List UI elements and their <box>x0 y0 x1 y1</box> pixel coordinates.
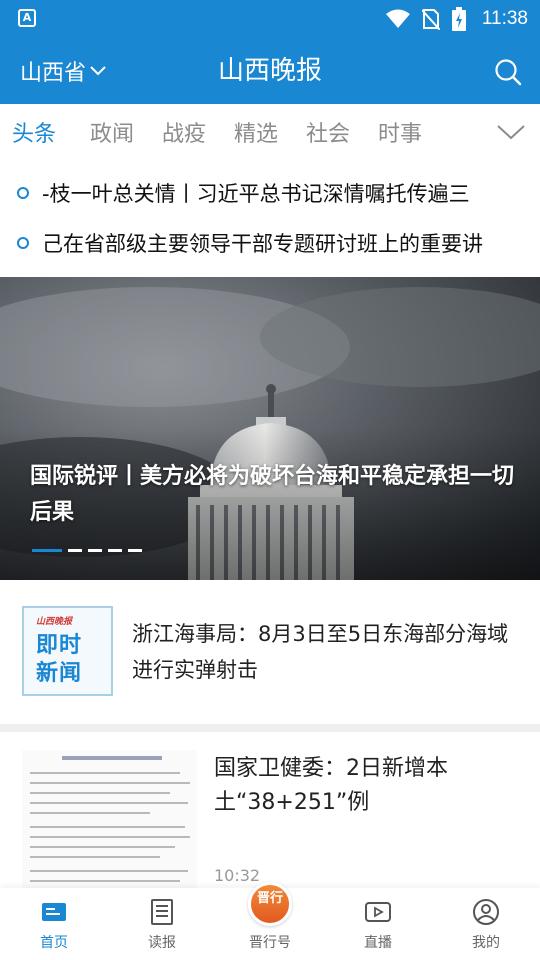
status-time: 11:38 <box>481 8 528 29</box>
news-time: 10:32 <box>214 866 261 885</box>
doc-line <box>30 880 180 882</box>
status-icons: 11:38 <box>385 0 528 38</box>
bottom-navigation: 首页 读报 晋行 晋行号 直播 我的 <box>0 882 540 960</box>
nav-live[interactable]: 直播 <box>328 888 428 960</box>
news-title: 浙江海事局：8月3日至5日东海部分海域进行实弹射击 <box>132 622 509 682</box>
nav-jinxing[interactable]: 晋行 晋行号 <box>220 882 320 960</box>
doc-line <box>30 772 180 774</box>
jinxing-badge-icon: 晋行 <box>248 882 292 926</box>
nav-label: 直播 <box>364 935 392 951</box>
app-header: 山西省 山西晚报 <box>0 38 540 104</box>
badge-text: 晋行 <box>256 891 283 906</box>
tab-featured[interactable]: 精选 <box>234 116 278 148</box>
divider <box>0 724 540 732</box>
nav-label: 晋行号 <box>249 935 291 951</box>
tab-headlines[interactable]: 头条 <box>12 116 56 148</box>
doc-line <box>30 836 190 838</box>
tab-epidemic[interactable]: 战疫 <box>162 116 206 148</box>
doc-line <box>30 782 190 784</box>
notification-app-letter: A <box>22 11 32 24</box>
headline-ticker: -枝一叶总关情丨习近平总书记深情嘱托传遍三 己在省部级主要领导干部专题研讨班上的… <box>0 168 540 270</box>
news-item[interactable]: 山西晚报 即时新闻 浙江海事局：8月3日至5日东海部分海域进行实弹射击 <box>0 580 540 726</box>
carousel-dot-active <box>32 549 62 552</box>
ticker-item[interactable]: -枝一叶总关情丨习近平总书记深情嘱托传遍三 <box>0 170 540 216</box>
nav-profile[interactable]: 我的 <box>436 888 536 960</box>
tab-society[interactable]: 社会 <box>306 116 350 148</box>
carousel-dot <box>88 549 102 552</box>
region-selector[interactable]: 山西省 <box>20 38 106 104</box>
doc-line <box>30 812 150 814</box>
ticker-text: -枝一叶总关情丨习近平总书记深情嘱托传遍三 <box>42 182 470 206</box>
battery-charging-icon <box>451 7 466 31</box>
capitol-dome-image <box>0 277 540 580</box>
doc-line <box>30 826 185 828</box>
search-icon[interactable] <box>494 58 522 86</box>
channel-tabs: 头条 政闻 战疫 精选 社会 时事 <box>0 104 540 160</box>
tab-current-affairs[interactable]: 时事 <box>378 116 422 148</box>
doc-line <box>30 870 188 872</box>
carousel-dot <box>68 549 82 552</box>
region-label: 山西省 <box>20 61 87 86</box>
nav-newspaper[interactable]: 读报 <box>112 888 212 960</box>
notification-app-icon: A <box>18 9 36 27</box>
chevron-down-icon <box>90 66 106 76</box>
carousel-dot <box>128 549 142 552</box>
doc-line <box>30 846 175 848</box>
carousel-indicators <box>32 549 142 552</box>
hero-caption: 国际锐评丨美方必将为破坏台海和平稳定承担一切后果 <box>30 464 515 525</box>
home-news-icon <box>42 903 66 921</box>
tab-politics[interactable]: 政闻 <box>90 116 134 148</box>
document-thumbnail <box>22 750 197 892</box>
ticker-item[interactable]: 己在省部级主要领导干部专题研讨班上的重要讲 <box>0 220 540 266</box>
status-bar: A 11:38 <box>0 0 540 38</box>
thumbnail-text: 即时新闻 <box>36 633 83 686</box>
hero-carousel[interactable]: 国际锐评丨美方必将为破坏台海和平稳定承担一切后果 <box>0 277 540 580</box>
nav-label: 读报 <box>148 935 176 951</box>
doc-line <box>30 856 160 858</box>
news-item[interactable]: 国家卫健委：2日新增本土“38+251”例 10:32 <box>0 732 540 892</box>
nav-home[interactable]: 首页 <box>4 888 104 960</box>
live-play-icon <box>365 902 391 922</box>
doc-line <box>30 792 170 794</box>
nav-label: 我的 <box>472 935 500 951</box>
ticker-text: 己在省部级主要领导干部专题研讨班上的重要讲 <box>42 232 483 256</box>
doc-line <box>30 802 188 804</box>
bullet-dot-icon <box>17 187 29 199</box>
doc-heading-line <box>62 756 162 760</box>
breaking-news-thumbnail: 山西晚报 即时新闻 <box>22 606 113 696</box>
chevron-down-icon[interactable] <box>496 120 526 144</box>
carousel-dot <box>108 549 122 552</box>
newspaper-icon <box>151 899 173 925</box>
news-title: 国家卫健委：2日新增本土“38+251”例 <box>214 756 448 815</box>
profile-icon <box>473 899 499 925</box>
bullet-dot-icon <box>17 237 29 249</box>
nav-label: 首页 <box>40 935 68 951</box>
wifi-icon <box>385 9 410 28</box>
sim-off-icon <box>421 9 440 30</box>
thumbnail-brand-logo: 山西晚报 <box>36 617 73 627</box>
